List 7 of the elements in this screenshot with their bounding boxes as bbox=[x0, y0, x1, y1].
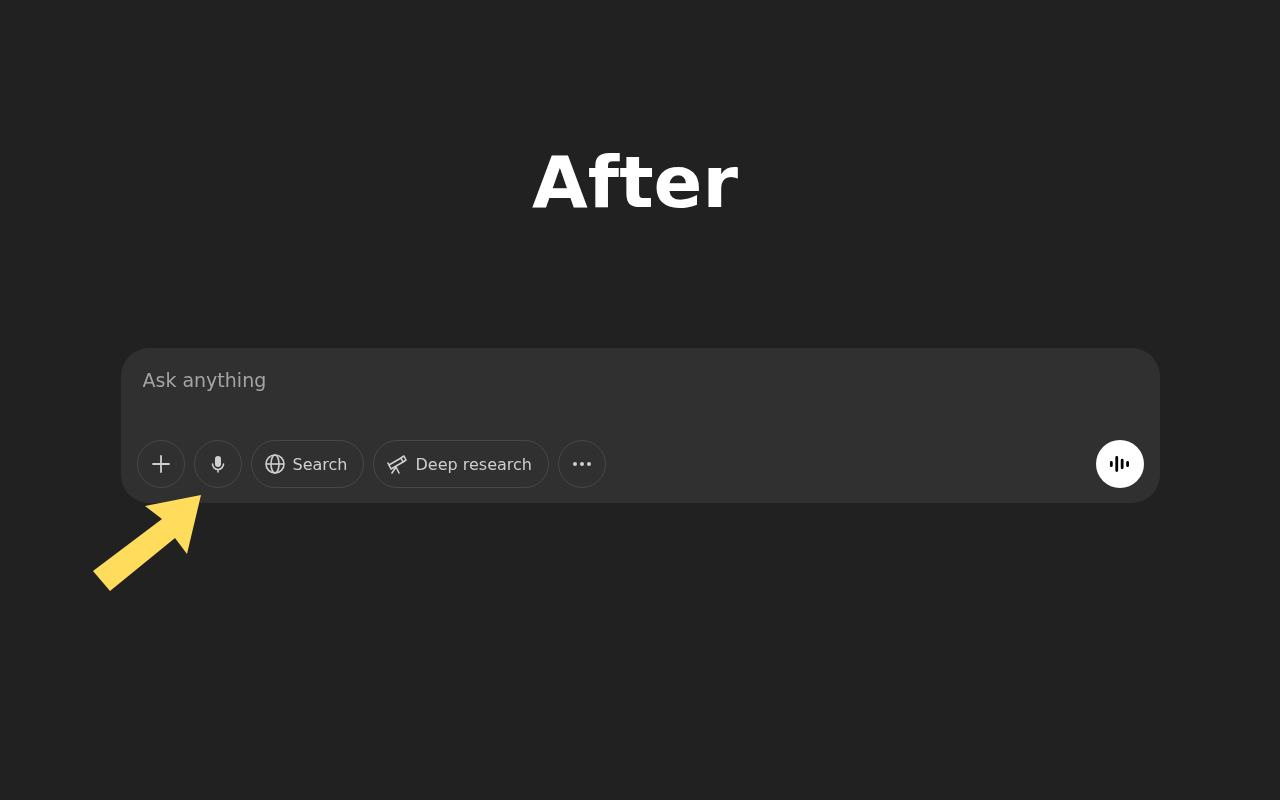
globe-icon bbox=[263, 453, 286, 475]
ellipsis-icon bbox=[571, 461, 592, 467]
prompt-input[interactable]: Ask anything bbox=[136, 366, 1144, 394]
plus-icon bbox=[150, 454, 171, 474]
telescope-icon bbox=[386, 453, 409, 475]
page-heading: After bbox=[532, 139, 738, 226]
voice-mode-button[interactable] bbox=[1095, 440, 1144, 488]
